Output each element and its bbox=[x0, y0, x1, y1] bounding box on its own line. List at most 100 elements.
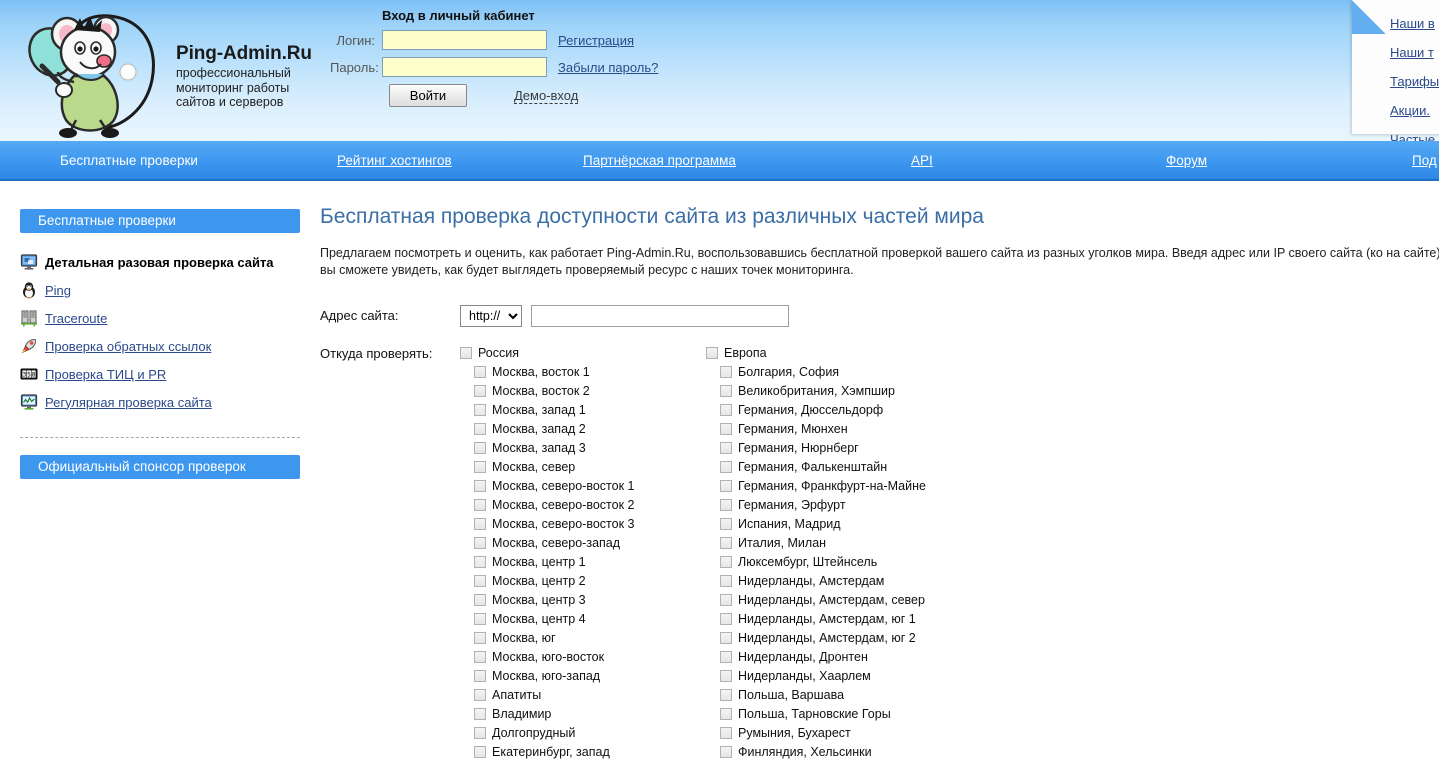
sidebar-item-backlinks[interactable]: Проверка обратных ссылок bbox=[20, 333, 300, 359]
checkbox-point[interactable] bbox=[474, 594, 486, 606]
list-item[interactable]: Польша, Варшава bbox=[706, 685, 951, 704]
quick-link-2[interactable]: Тарифы bbox=[1390, 67, 1439, 96]
list-item[interactable]: Испания, Мадрид bbox=[706, 514, 951, 533]
site-address-input[interactable] bbox=[531, 305, 789, 327]
list-item[interactable]: Апатиты bbox=[460, 685, 705, 704]
checkbox-point[interactable] bbox=[720, 575, 732, 587]
checkbox-point[interactable] bbox=[720, 613, 732, 625]
list-item[interactable]: Москва, запад 1 bbox=[460, 400, 705, 419]
checkbox-region-russia[interactable] bbox=[460, 347, 472, 359]
protocol-select[interactable]: http:// https:// bbox=[460, 305, 522, 327]
checkbox-point[interactable] bbox=[474, 613, 486, 625]
checkbox-point[interactable] bbox=[720, 727, 732, 739]
list-item[interactable]: Германия, Нюрнберг bbox=[706, 438, 951, 457]
nav-item-free-checks[interactable]: Бесплатные проверки bbox=[60, 153, 198, 168]
checkbox-point[interactable] bbox=[474, 461, 486, 473]
nav-item-hosting-rating[interactable]: Рейтинг хостингов bbox=[337, 153, 452, 168]
list-item[interactable]: Германия, Эрфурт bbox=[706, 495, 951, 514]
quick-link-1[interactable]: Наши т bbox=[1390, 38, 1439, 67]
sidebar-item-label[interactable]: Traceroute bbox=[45, 311, 107, 326]
region-group-russia[interactable]: Россия bbox=[460, 343, 705, 362]
list-item[interactable]: Владимир bbox=[460, 704, 705, 723]
checkbox-point[interactable] bbox=[720, 423, 732, 435]
region-group-europe[interactable]: Европа bbox=[706, 343, 951, 362]
checkbox-point[interactable] bbox=[474, 727, 486, 739]
checkbox-point[interactable] bbox=[720, 746, 732, 758]
list-item[interactable]: Москва, восток 1 bbox=[460, 362, 705, 381]
list-item[interactable]: Москва, восток 2 bbox=[460, 381, 705, 400]
checkbox-point[interactable] bbox=[474, 442, 486, 454]
list-item[interactable]: Москва, центр 3 bbox=[460, 590, 705, 609]
checkbox-point[interactable] bbox=[720, 461, 732, 473]
list-item[interactable]: Долгопрудный bbox=[460, 723, 705, 742]
register-link[interactable]: Регистрация bbox=[558, 33, 634, 48]
list-item[interactable]: Москва, юг bbox=[460, 628, 705, 647]
checkbox-point[interactable] bbox=[474, 575, 486, 587]
checkbox-point[interactable] bbox=[720, 708, 732, 720]
checkbox-point[interactable] bbox=[720, 632, 732, 644]
list-item[interactable]: Румыния, Бухарест bbox=[706, 723, 951, 742]
login-submit-button[interactable]: Войти bbox=[389, 84, 467, 107]
sidebar-item-label[interactable]: Регулярная проверка сайта bbox=[45, 395, 212, 410]
list-item[interactable]: Москва, северо-восток 2 bbox=[460, 495, 705, 514]
quick-link-0[interactable]: Наши в bbox=[1390, 9, 1439, 38]
forgot-password-link[interactable]: Забыли пароль? bbox=[558, 60, 658, 75]
checkbox-point[interactable] bbox=[720, 689, 732, 701]
sidebar-item-ping[interactable]: Ping bbox=[20, 277, 300, 303]
sidebar-item-label[interactable]: Ping bbox=[45, 283, 71, 298]
demo-login-link[interactable]: Демо-вход bbox=[514, 88, 578, 104]
list-item[interactable]: Германия, Франкфурт-на-Майне bbox=[706, 476, 951, 495]
checkbox-point[interactable] bbox=[474, 423, 486, 435]
checkbox-point[interactable] bbox=[720, 385, 732, 397]
list-item[interactable]: Москва, юго-запад bbox=[460, 666, 705, 685]
checkbox-point[interactable] bbox=[474, 708, 486, 720]
checkbox-point[interactable] bbox=[720, 442, 732, 454]
list-item[interactable]: Москва, северо-запад bbox=[460, 533, 705, 552]
list-item[interactable]: Москва, запад 3 bbox=[460, 438, 705, 457]
list-item[interactable]: Екатеринбург, запад bbox=[460, 742, 705, 760]
list-item[interactable]: Москва, юго-восток bbox=[460, 647, 705, 666]
checkbox-point[interactable] bbox=[474, 480, 486, 492]
nav-item-forum[interactable]: Форум bbox=[1166, 153, 1207, 168]
checkbox-point[interactable] bbox=[720, 556, 732, 568]
site-logo[interactable]: Ping-Admin.Ru профессиональный мониторин… bbox=[18, 4, 328, 138]
checkbox-point[interactable] bbox=[720, 537, 732, 549]
sidebar-item-tic-pr[interactable]: 3 5 8 Проверка ТИЦ и PR bbox=[20, 361, 300, 387]
checkbox-point[interactable] bbox=[474, 651, 486, 663]
checkbox-point[interactable] bbox=[720, 366, 732, 378]
list-item[interactable]: Нидерланды, Амстердам, юг 2 bbox=[706, 628, 951, 647]
checkbox-point[interactable] bbox=[720, 404, 732, 416]
sidebar-item-label[interactable]: Проверка ТИЦ и PR bbox=[45, 367, 166, 382]
list-item[interactable]: Нидерланды, Дронтен bbox=[706, 647, 951, 666]
list-item[interactable]: Германия, Мюнхен bbox=[706, 419, 951, 438]
checkbox-point[interactable] bbox=[474, 404, 486, 416]
list-item[interactable]: Москва, центр 2 bbox=[460, 571, 705, 590]
login-input[interactable] bbox=[382, 30, 547, 50]
list-item[interactable]: Люксембург, Штейнсель bbox=[706, 552, 951, 571]
checkbox-point[interactable] bbox=[474, 632, 486, 644]
list-item[interactable]: Германия, Фалькенштайн bbox=[706, 457, 951, 476]
checkbox-point[interactable] bbox=[720, 518, 732, 530]
sidebar-item-detailed-check[interactable]: Детальная разовая проверка сайта bbox=[20, 249, 300, 275]
checkbox-point[interactable] bbox=[474, 366, 486, 378]
checkbox-point[interactable] bbox=[720, 651, 732, 663]
checkbox-point[interactable] bbox=[720, 499, 732, 511]
sidebar-item-traceroute[interactable]: Traceroute bbox=[20, 305, 300, 331]
checkbox-point[interactable] bbox=[720, 594, 732, 606]
quick-link-4[interactable]: Частые bbox=[1390, 125, 1439, 141]
nav-item-api[interactable]: API bbox=[911, 153, 933, 168]
checkbox-point[interactable] bbox=[474, 556, 486, 568]
list-item[interactable]: Нидерланды, Амстердам bbox=[706, 571, 951, 590]
list-item[interactable]: Финляндия, Хельсинки bbox=[706, 742, 951, 760]
checkbox-point[interactable] bbox=[474, 385, 486, 397]
list-item[interactable]: Москва, центр 1 bbox=[460, 552, 705, 571]
list-item[interactable]: Москва, север bbox=[460, 457, 705, 476]
sidebar-item-label[interactable]: Проверка обратных ссылок bbox=[45, 339, 211, 354]
checkbox-point[interactable] bbox=[474, 537, 486, 549]
list-item[interactable]: Германия, Дюссельдорф bbox=[706, 400, 951, 419]
list-item[interactable]: Москва, северо-восток 1 bbox=[460, 476, 705, 495]
list-item[interactable]: Нидерланды, Амстердам, север bbox=[706, 590, 951, 609]
list-item[interactable]: Великобритания, Хэмпшир bbox=[706, 381, 951, 400]
checkbox-point[interactable] bbox=[474, 518, 486, 530]
checkbox-region-europe[interactable] bbox=[706, 347, 718, 359]
